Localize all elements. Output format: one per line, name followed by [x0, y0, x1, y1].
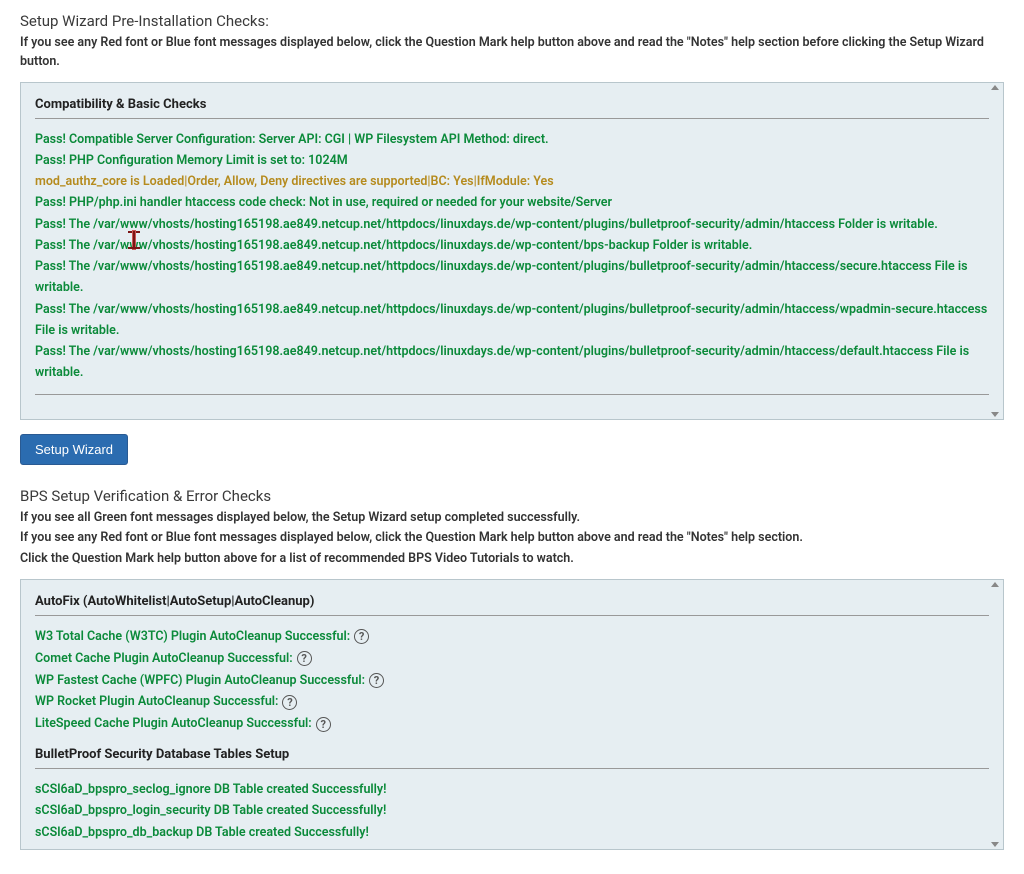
scrollbar[interactable] [989, 85, 1001, 417]
scrollbar[interactable] [989, 582, 1001, 847]
preinstall-desc: If you see any Red font or Blue font mes… [20, 34, 1004, 72]
verify-desc-1: If you see all Green font messages displ… [20, 509, 1004, 528]
compat-panel[interactable]: Compatibility & Basic Checks Pass! Compa… [20, 82, 1004, 420]
autofix-panel-title: AutoFix (AutoWhitelist|AutoSetup|AutoCle… [35, 594, 989, 609]
check-pass-row: Pass! PHP/php.ini handler htaccess code … [35, 192, 989, 213]
check-pass-row: Pass! The /var/www/vhosts/hosting165198.… [35, 299, 989, 342]
compat-panel-title: Compatibility & Basic Checks [35, 97, 989, 112]
setup-wizard-button[interactable]: Setup Wizard [20, 434, 128, 465]
check-pass-row: Pass! The /var/www/vhosts/hosting165198.… [35, 341, 989, 384]
question-mark-icon[interactable]: ? [282, 695, 297, 710]
db-row: sCSl6aD_bpspro_db_backup DB Table create… [35, 822, 989, 843]
question-mark-icon[interactable]: ? [316, 717, 331, 732]
question-mark-icon[interactable]: ? [354, 629, 369, 644]
scroll-up-icon[interactable] [991, 85, 999, 90]
divider [35, 118, 989, 119]
preinstall-title: Setup Wizard Pre-Installation Checks: [20, 12, 1004, 30]
check-pass-row: Pass! The /var/www/vhosts/hosting165198.… [35, 235, 989, 256]
check-pass-row: Pass! The /var/www/vhosts/hosting165198.… [35, 256, 989, 299]
scroll-down-icon[interactable] [991, 842, 999, 847]
verify-section: BPS Setup Verification & Error Checks If… [20, 487, 1004, 850]
divider [35, 394, 989, 395]
preinstall-section: Setup Wizard Pre-Installation Checks: If… [20, 12, 1004, 485]
verify-desc-3: Click the Question Mark help button abov… [20, 550, 1004, 569]
check-warn-row: mod_authz_core is Loaded|Order, Allow, D… [35, 171, 989, 192]
divider [35, 768, 989, 769]
db-tables-title: BulletProof Security Database Tables Set… [35, 747, 989, 762]
autofix-label: W3 Total Cache (W3TC) Plugin AutoCleanup… [35, 626, 350, 648]
scroll-up-icon[interactable] [991, 582, 999, 587]
verify-title: BPS Setup Verification & Error Checks [20, 487, 1004, 505]
check-pass-row: Pass! Compatible Server Configuration: S… [35, 129, 989, 150]
scroll-down-icon[interactable] [991, 412, 999, 417]
autofix-panel[interactable]: AutoFix (AutoWhitelist|AutoSetup|AutoCle… [20, 579, 1004, 850]
autofix-row: LiteSpeed Cache Plugin AutoCleanup Succe… [35, 713, 989, 735]
autofix-label: LiteSpeed Cache Plugin AutoCleanup Succe… [35, 713, 312, 735]
autofix-label: WP Rocket Plugin AutoCleanup Successful: [35, 691, 278, 713]
divider [35, 615, 989, 616]
db-row: sCSl6aD_bpspro_login_security DB Table c… [35, 800, 989, 821]
autofix-label: WP Fastest Cache (WPFC) Plugin AutoClean… [35, 670, 365, 692]
autofix-row: WP Rocket Plugin AutoCleanup Successful:… [35, 691, 989, 713]
check-pass-row: Pass! The /var/www/vhosts/hosting165198.… [35, 214, 989, 235]
check-pass-row: Pass! PHP Configuration Memory Limit is … [35, 150, 989, 171]
autofix-row: W3 Total Cache (W3TC) Plugin AutoCleanup… [35, 626, 989, 648]
db-row: sCSl6aD_bpspro_seclog_ignore DB Table cr… [35, 779, 989, 800]
verify-desc-2: If you see any Red font or Blue font mes… [20, 529, 1004, 548]
autofix-row: WP Fastest Cache (WPFC) Plugin AutoClean… [35, 670, 989, 692]
question-mark-icon[interactable]: ? [369, 673, 384, 688]
